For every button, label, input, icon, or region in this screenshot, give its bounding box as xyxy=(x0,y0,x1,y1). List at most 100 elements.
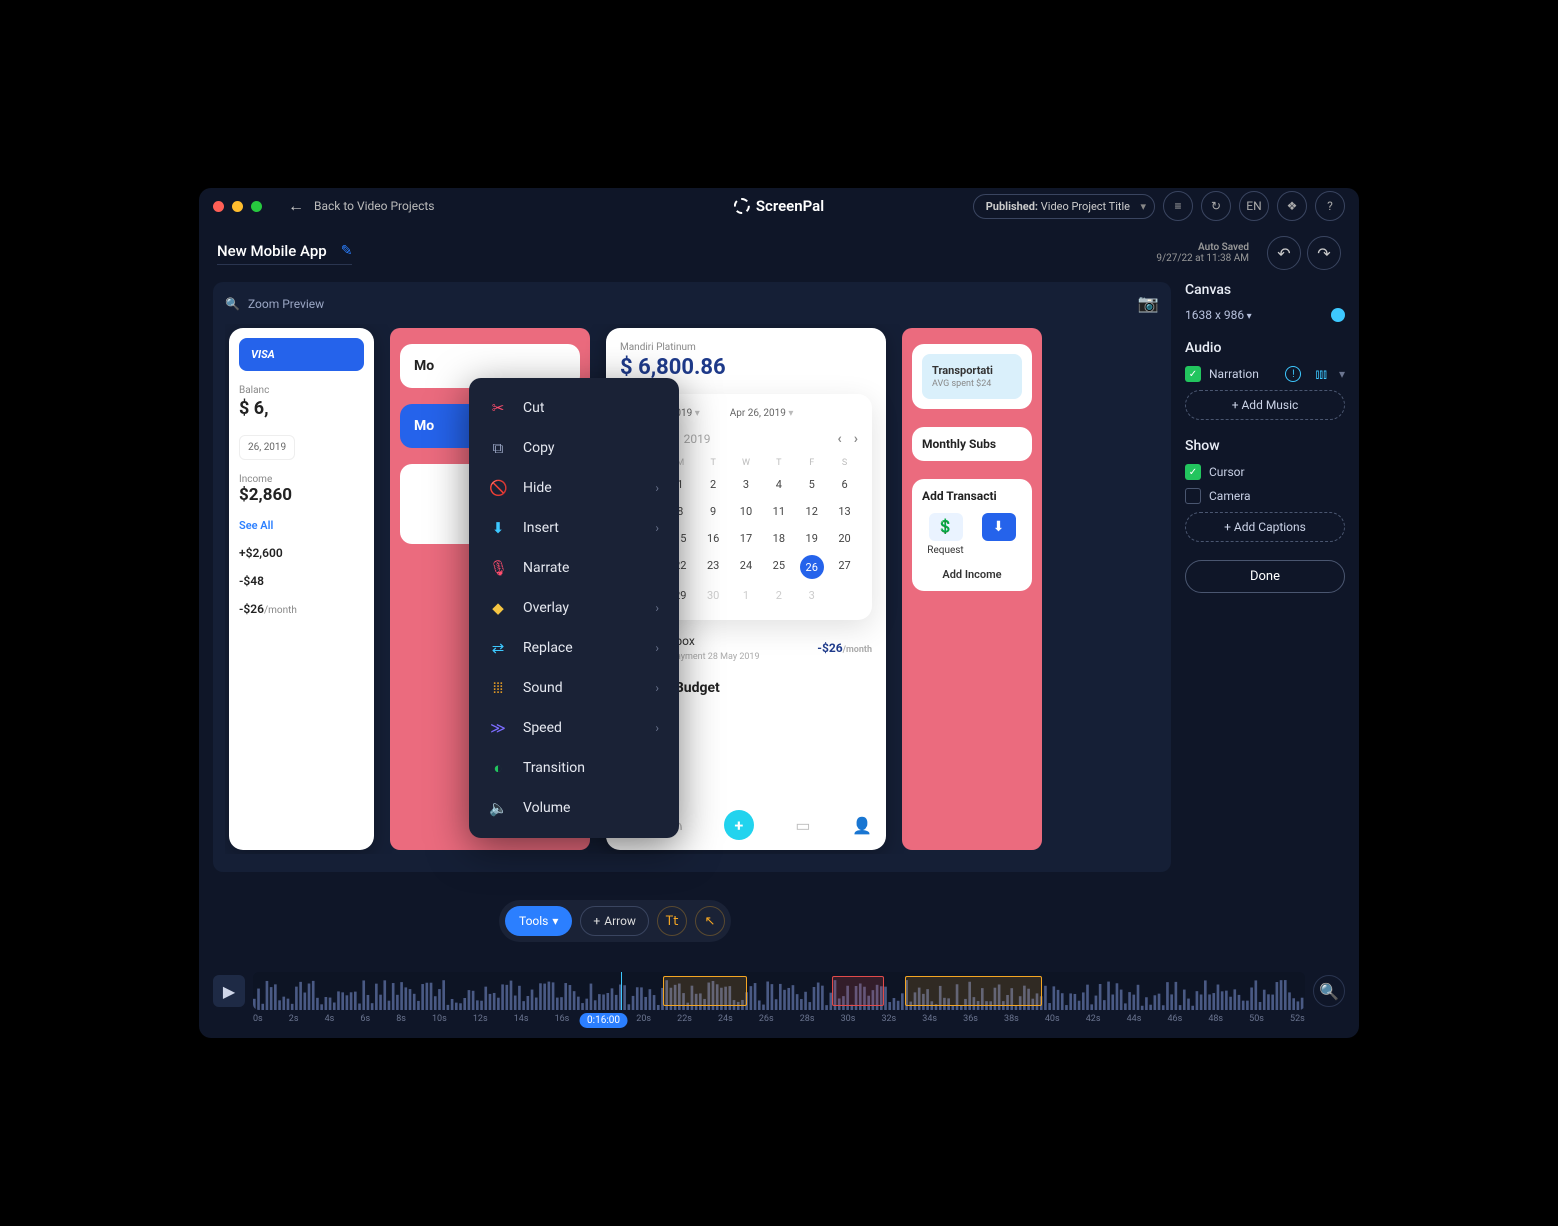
menu-item-overlay[interactable]: ◆Overlay› xyxy=(469,588,679,628)
narration-checkbox[interactable]: ✓ xyxy=(1185,366,1201,382)
timeline-segment-1[interactable] xyxy=(663,976,747,1006)
tick: 8s xyxy=(396,1014,406,1024)
zoom-preview-label[interactable]: Zoom Preview xyxy=(248,297,324,311)
menu-item-volume[interactable]: 🔈Volume xyxy=(469,788,679,828)
insert-icon: ⬇ xyxy=(489,519,507,537)
properties-sidebar: Canvas 1638 x 986 Audio ✓ Narration ! ⫾⫾… xyxy=(1185,282,1345,872)
project-title[interactable]: New Mobile App ✎ xyxy=(217,242,352,265)
cal-prev-icon: ‹ xyxy=(837,431,841,447)
menu-item-transition[interactable]: ◐Transition xyxy=(469,748,679,788)
timeline-ticks: 0s2s4s6s8s10s12s14s16s18s20s22s24s26s28s… xyxy=(253,1014,1305,1024)
narration-label: Narration xyxy=(1209,367,1259,381)
brand-logo: ScreenPal xyxy=(734,197,824,215)
titlebar: ← Back to Video Projects ScreenPal Publi… xyxy=(199,188,1359,224)
timeline: ▶ 🔍 0s2s4s6s8s10s12s14s16s18s20s22s24s26… xyxy=(213,972,1345,1024)
menu-item-replace[interactable]: ⇄Replace› xyxy=(469,628,679,668)
tick: 48s xyxy=(1208,1014,1223,1024)
narration-dropdown-icon[interactable]: ▾ xyxy=(1339,367,1345,381)
menu-label: Volume xyxy=(523,800,570,816)
app-window: ← Back to Video Projects ScreenPal Publi… xyxy=(199,188,1359,1038)
narration-info-icon[interactable]: ! xyxy=(1285,366,1301,382)
window-minimize[interactable] xyxy=(232,201,243,212)
user-icon: 👤 xyxy=(852,816,872,835)
tx1: +$2,600 xyxy=(239,546,364,560)
trans-avg: AVG spent $24 xyxy=(932,379,1012,389)
camera-checkbox[interactable] xyxy=(1185,488,1201,504)
menu-item-narrate[interactable]: 🎙Narrate xyxy=(469,548,679,588)
preview-canvas: 🔍 Zoom Preview 📷 VISA Balanc $ 6, 26, 20… xyxy=(213,282,1171,872)
replace-icon: ⇄ xyxy=(489,639,507,657)
tick: 10s xyxy=(432,1014,447,1024)
window-maximize[interactable] xyxy=(251,201,262,212)
chevron-right-icon: › xyxy=(655,641,659,655)
tools-dropdown[interactable]: Tools▾ xyxy=(505,906,572,936)
done-button[interactable]: Done xyxy=(1185,560,1345,593)
add-captions-button[interactable]: + Add Captions xyxy=(1185,512,1345,542)
menu-item-copy[interactable]: ⧉Copy xyxy=(469,428,679,468)
tick: 12s xyxy=(473,1014,488,1024)
visa-card: VISA xyxy=(239,338,364,371)
add-arrow-button[interactable]: +Arrow xyxy=(580,906,649,936)
text-tool-button[interactable]: T𝗍 xyxy=(657,906,687,936)
camera-icon[interactable]: 📷 xyxy=(1138,294,1159,314)
cursor-tool-button[interactable]: ↖ xyxy=(695,906,725,936)
menu-item-speed[interactable]: ≫Speed› xyxy=(469,708,679,748)
date-pill: 26, 2019 xyxy=(239,435,295,460)
edit-icon[interactable]: ✎ xyxy=(341,243,353,259)
chevron-right-icon: › xyxy=(655,601,659,615)
menu-label: Speed xyxy=(523,720,562,736)
back-button[interactable]: ← Back to Video Projects xyxy=(288,196,434,216)
menu-label: Transition xyxy=(523,760,585,776)
list-icon-button[interactable]: ≡ xyxy=(1163,191,1193,221)
chevron-right-icon: › xyxy=(655,481,659,495)
waveform-track[interactable] xyxy=(253,972,1305,1010)
playhead[interactable] xyxy=(621,972,622,1010)
tx3: -$26/month xyxy=(239,602,364,616)
menu-item-hide[interactable]: 🚫Hide› xyxy=(469,468,679,508)
add-transaction-title: Add Transacti xyxy=(922,489,1022,503)
request-label: Request xyxy=(927,545,963,556)
tick: 36s xyxy=(963,1014,978,1024)
language-button[interactable]: EN xyxy=(1239,191,1269,221)
redo-button[interactable]: ↷ xyxy=(1307,236,1341,270)
playhead-time: 0:16:00 xyxy=(579,1013,628,1028)
mo-title: Mo xyxy=(414,358,566,374)
search-icon[interactable]: 🔍 xyxy=(225,297,240,311)
window-close[interactable] xyxy=(213,201,224,212)
project-title-text: New Mobile App xyxy=(217,242,327,260)
undo-button[interactable]: ↶ xyxy=(1267,236,1301,270)
audio-level-icon[interactable]: ⫾⫾⫾ xyxy=(1315,367,1327,382)
p2-balance: $ 6,800.86 xyxy=(620,355,872,380)
chevron-right-icon: › xyxy=(655,521,659,535)
play-button[interactable]: ▶ xyxy=(213,975,245,1007)
canvas-dimensions-dropdown[interactable]: 1638 x 986 xyxy=(1185,308,1252,322)
mockup-stage: VISA Balanc $ 6, 26, 2019 Income $2,860 … xyxy=(225,324,1159,854)
balance-value: $ 6, xyxy=(239,398,364,419)
menu-label: Copy xyxy=(523,440,555,456)
timeline-segment-2[interactable] xyxy=(832,976,885,1006)
autosave-time: 9/27/22 at 11:38 AM xyxy=(1156,253,1249,264)
layers-icon-button[interactable]: ❖ xyxy=(1277,191,1307,221)
menu-item-insert[interactable]: ⬇ Insert › xyxy=(469,508,679,548)
timeline-zoom-button[interactable]: 🔍 xyxy=(1313,975,1345,1007)
menu-label: Insert xyxy=(523,520,559,536)
overlay-icon: ◆ xyxy=(489,599,507,617)
help-icon-button[interactable]: ? xyxy=(1315,191,1345,221)
tick: 30s xyxy=(841,1014,856,1024)
menu-item-sound[interactable]: ⦙⦙⦙Sound› xyxy=(469,668,679,708)
dropbox-per: /month xyxy=(843,645,872,655)
dropbox-price: -$26 xyxy=(817,641,842,655)
cursor-checkbox[interactable]: ✓ xyxy=(1185,464,1201,480)
context-menu: ✂Cut⧉Copy🚫Hide› ⬇ Insert › 🎙Narrate◆Overlay›… xyxy=(469,378,679,838)
timeline-segment-3[interactable] xyxy=(905,976,1042,1006)
workspace: 🔍 Zoom Preview 📷 VISA Balanc $ 6, 26, 20… xyxy=(199,282,1359,872)
menu-item-cut[interactable]: ✂Cut xyxy=(469,388,679,428)
tick: 50s xyxy=(1249,1014,1264,1024)
chevron-right-icon: › xyxy=(655,681,659,695)
canvas-color-swatch[interactable] xyxy=(1331,308,1345,322)
tx2: -$48 xyxy=(239,574,364,588)
tick: 52s xyxy=(1290,1014,1305,1024)
publish-dropdown[interactable]: Published: Video Project Title xyxy=(973,194,1155,219)
add-music-button[interactable]: + Add Music xyxy=(1185,390,1345,420)
history-icon-button[interactable]: ↻ xyxy=(1201,191,1231,221)
